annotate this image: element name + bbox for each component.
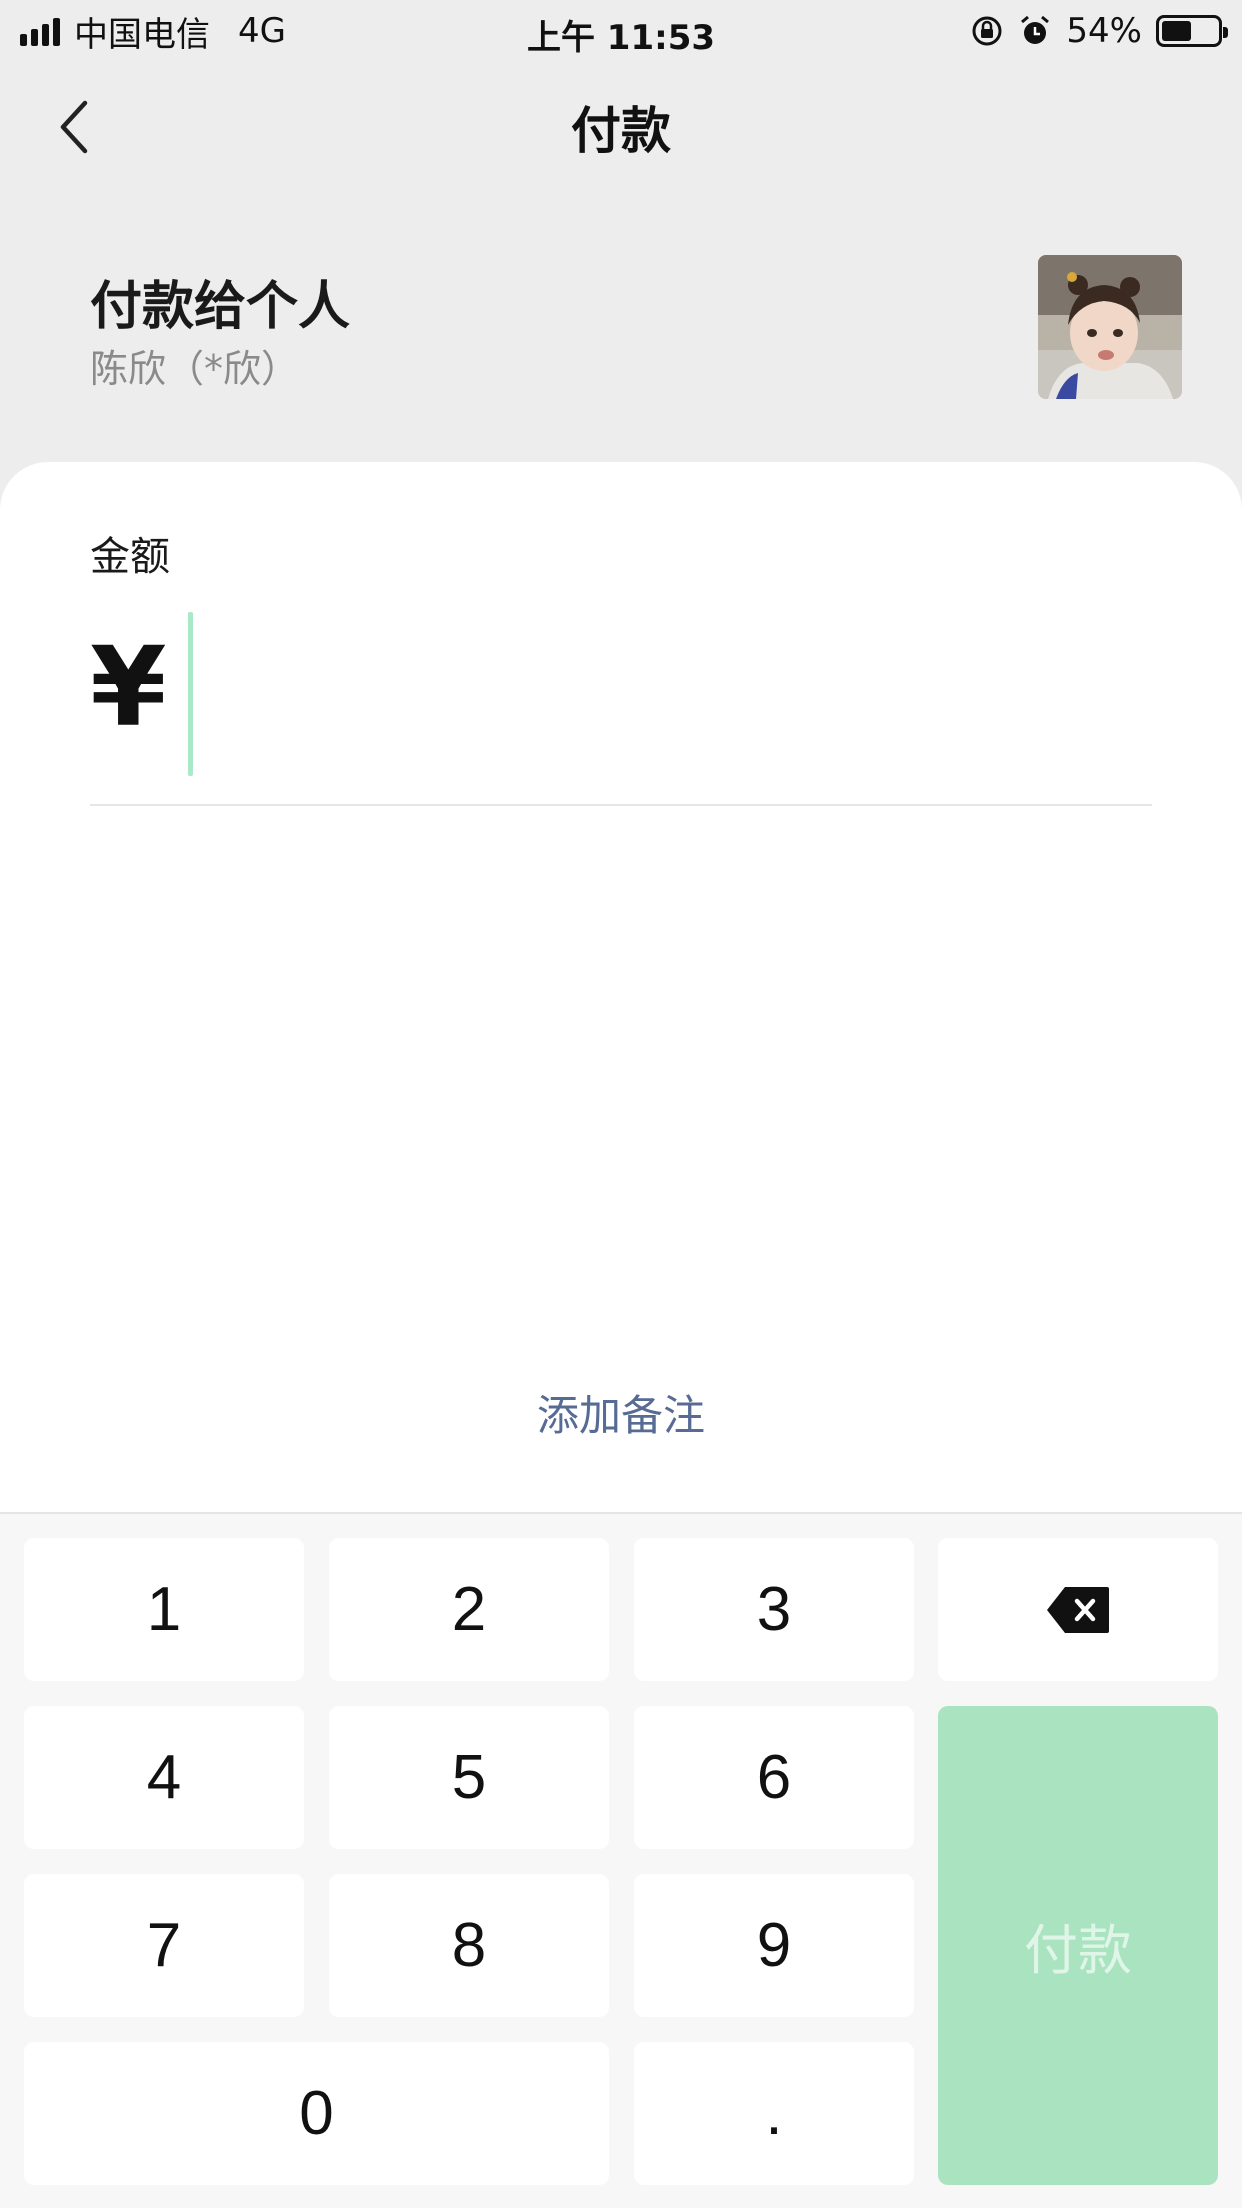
key-0[interactable]: 0 xyxy=(24,2042,609,2185)
key-3[interactable]: 3 xyxy=(634,1538,914,1681)
chevron-left-icon xyxy=(60,100,88,154)
payee-title: 付款给个人 xyxy=(90,277,351,337)
backspace-icon xyxy=(1047,1586,1109,1633)
battery-percent: 54% xyxy=(1066,11,1142,51)
battery-fill xyxy=(1162,21,1192,41)
delete-button[interactable] xyxy=(938,1538,1218,1681)
amount-input[interactable]: ¥ xyxy=(90,612,1152,782)
pay-button[interactable]: 付款 xyxy=(938,1706,1218,2185)
amount-label: 金额 xyxy=(90,534,170,580)
key-6[interactable]: 6 xyxy=(634,1706,914,1849)
avatar-image xyxy=(1038,255,1182,399)
back-button[interactable] xyxy=(40,92,110,162)
key-2[interactable]: 2 xyxy=(329,1538,609,1681)
network-label: 4G xyxy=(238,11,286,51)
alarm-icon xyxy=(1021,15,1050,44)
amount-divider xyxy=(90,804,1152,806)
payee-section: 付款给个人 陈欣（*欣） xyxy=(0,192,1242,462)
nav-bar: 付款 xyxy=(0,62,1242,192)
signal-icon xyxy=(20,16,60,46)
numeric-keypad: 1 2 3 4 5 6 7 8 9 0 . 付款 xyxy=(0,1512,1242,2208)
key-5[interactable]: 5 xyxy=(329,1706,609,1849)
carrier-label: 中国电信 xyxy=(74,14,210,55)
currency-symbol: ¥ xyxy=(90,623,167,751)
add-note-link[interactable]: 添加备注 xyxy=(0,1382,1242,1443)
status-bar: 中国电信 4G 上午 11:53 54% xyxy=(0,0,1242,62)
key-4[interactable]: 4 xyxy=(24,1706,304,1849)
rotation-lock-icon xyxy=(972,16,1002,46)
status-right: 54% xyxy=(970,11,1228,51)
payee-name: 陈欣（*欣） xyxy=(90,347,300,391)
key-decimal[interactable]: . xyxy=(634,2042,914,2185)
key-9[interactable]: 9 xyxy=(634,1874,914,2017)
key-7[interactable]: 7 xyxy=(24,1874,304,2017)
key-1[interactable]: 1 xyxy=(24,1538,304,1681)
key-8[interactable]: 8 xyxy=(329,1874,609,2017)
battery-icon xyxy=(1156,15,1228,47)
avatar xyxy=(1038,255,1182,399)
text-caret xyxy=(188,612,193,776)
page-title: 付款 xyxy=(571,102,671,160)
status-left: 中国电信 4G xyxy=(20,7,286,56)
payment-card: 金额 ¥ 添加备注 xyxy=(0,462,1242,1512)
